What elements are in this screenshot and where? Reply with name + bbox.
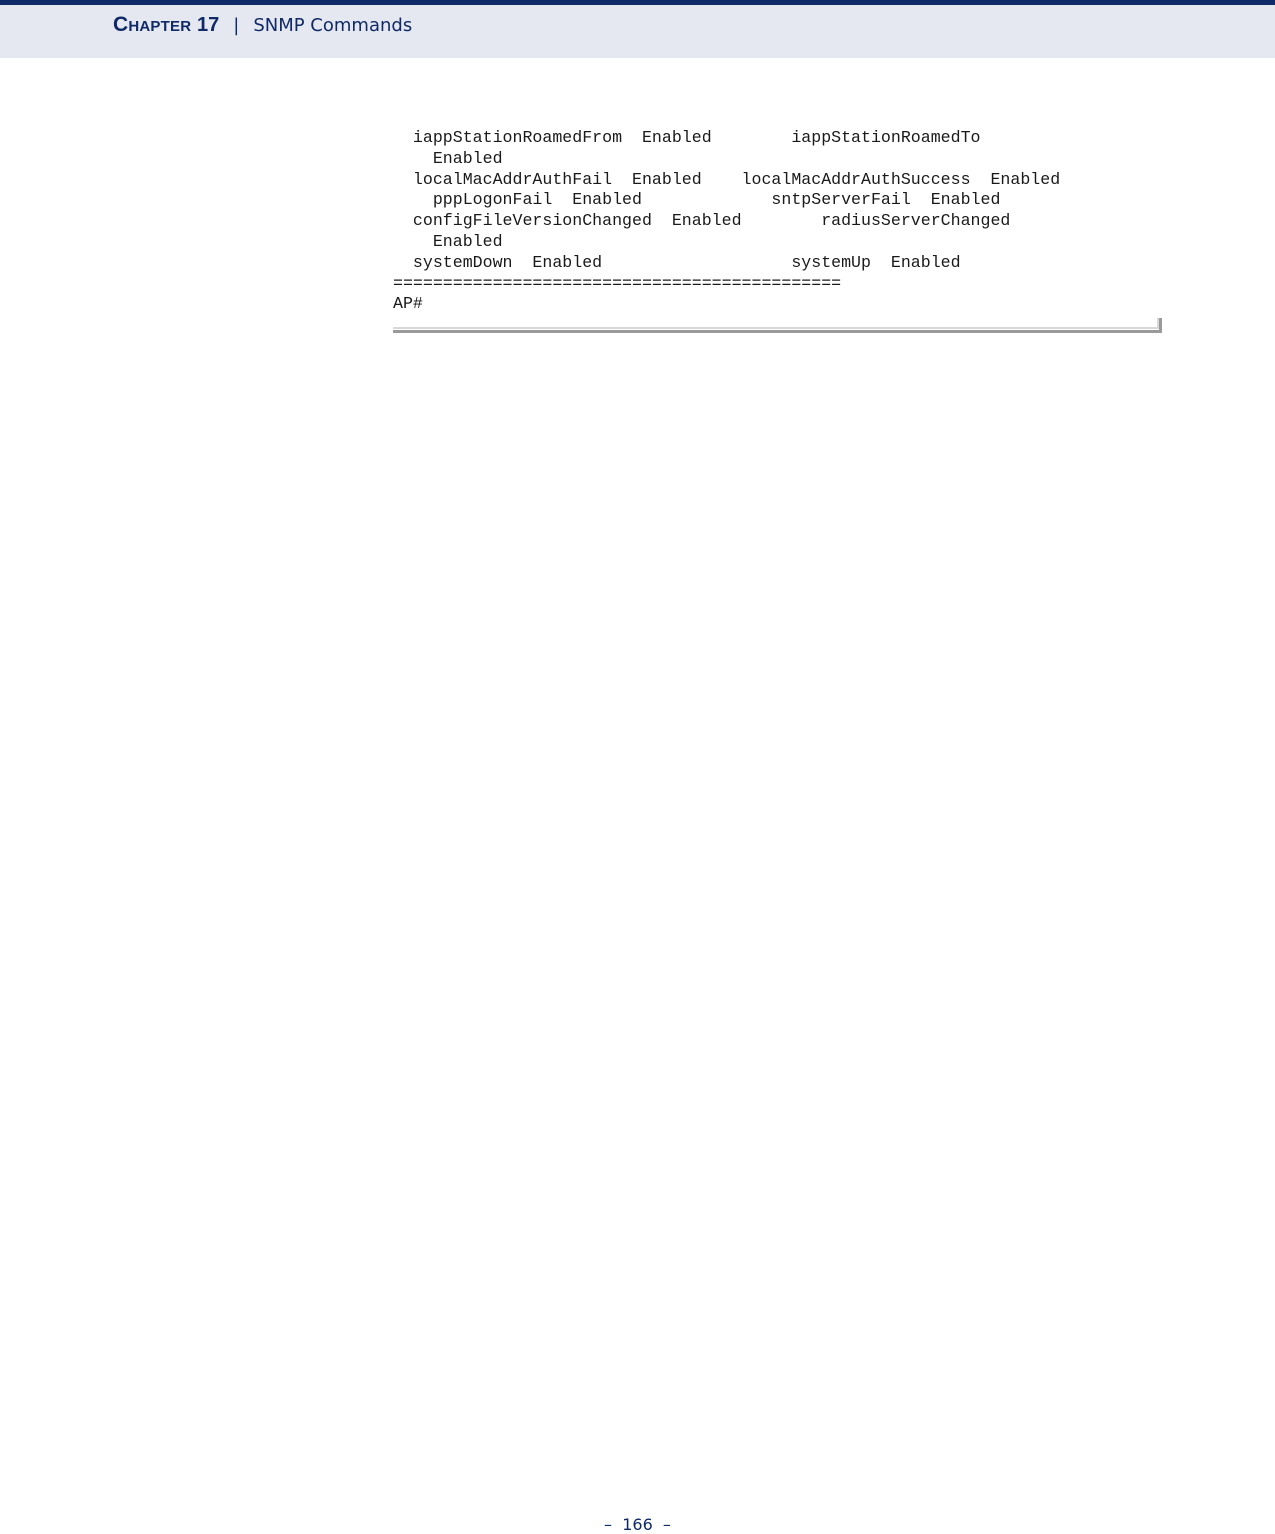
cli-prompt: AP# — [393, 294, 423, 314]
code-frame-right-shadow — [1159, 318, 1162, 333]
chapter-label: Chapter — [113, 13, 192, 36]
chapter-number: 17 — [196, 14, 220, 36]
code-line: localMacAddrAuthFail Enabled localMacAdd… — [393, 169, 1061, 189]
cli-output-example: iappStationRoamedFrom Enabled iappStatio… — [393, 128, 1060, 315]
page-header: Chapter 17 | SNMP Commands — [0, 5, 1275, 58]
code-frame-bottom-edge — [393, 327, 1159, 329]
code-separator-line: ========================================… — [393, 273, 842, 293]
code-line: configFileVersionChanged Enabled radiusS… — [393, 211, 1011, 231]
code-line: Enabled — [393, 231, 503, 251]
code-line: pppLogonFail Enabled sntpServerFail Enab… — [393, 190, 1001, 210]
running-header: Chapter 17 | SNMP Commands — [113, 12, 412, 39]
section-title: SNMP Commands — [253, 15, 413, 36]
page-number: – 166 – — [604, 1515, 671, 1534]
code-line: Enabled — [393, 148, 503, 168]
header-separator: | — [233, 15, 240, 36]
code-line: systemDown Enabled systemUp Enabled — [393, 252, 961, 272]
code-line: iappStationRoamedFrom Enabled iappStatio… — [393, 128, 981, 147]
code-frame-bottom-shadow — [393, 330, 1162, 333]
